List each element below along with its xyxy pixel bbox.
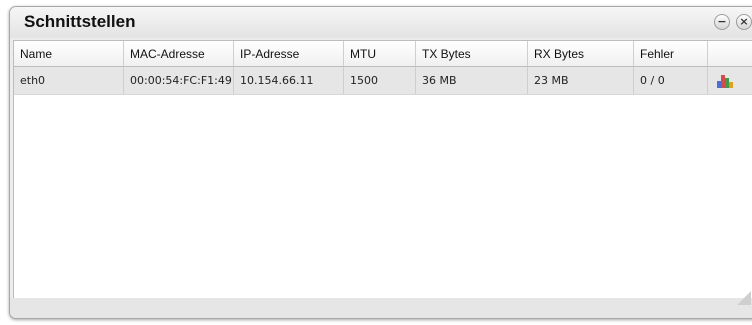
cell-name: eth0: [14, 66, 124, 95]
cell-ip: 10.154.66.11: [233, 66, 344, 95]
column-header-mac[interactable]: MAC-Adresse: [123, 41, 234, 67]
column-header-name[interactable]: Name: [14, 41, 124, 67]
panel-titlebar[interactable]: Schnittstellen − ×: [10, 7, 752, 38]
bar-chart-icon-bar-4: [729, 81, 733, 88]
interfaces-table: Name MAC-Adresse IP-Adresse MTU TX Bytes…: [14, 41, 752, 95]
column-header-errors[interactable]: Fehler: [633, 41, 708, 67]
column-header-rx[interactable]: RX Bytes: [527, 41, 634, 67]
column-header-actions: [707, 41, 752, 67]
minimize-button[interactable]: −: [714, 14, 730, 30]
cell-errors: 0 / 0: [633, 66, 708, 95]
interfaces-panel: Schnittstellen − × Name MAC-Adresse IP-A…: [9, 6, 752, 319]
column-header-ip[interactable]: IP-Adresse: [233, 41, 344, 67]
cell-mtu: 1500: [343, 66, 416, 95]
close-button[interactable]: ×: [736, 14, 752, 30]
cell-actions: [707, 66, 752, 95]
panel-statusbar: [10, 298, 752, 318]
column-header-mtu[interactable]: MTU: [343, 41, 416, 67]
table-header-row: Name MAC-Adresse IP-Adresse MTU TX Bytes…: [14, 41, 752, 67]
cell-tx: 36 MB: [415, 66, 528, 95]
column-header-tx[interactable]: TX Bytes: [415, 41, 528, 67]
panel-title: Schnittstellen: [24, 12, 136, 31]
bar-chart-icon[interactable]: [717, 74, 735, 88]
resize-handle[interactable]: [737, 291, 751, 305]
table-row[interactable]: eth0 00:00:54:FC:F1:49 10.154.66.11 1500…: [14, 66, 752, 95]
cell-mac: 00:00:54:FC:F1:49: [123, 66, 234, 95]
interfaces-table-area: Name MAC-Adresse IP-Adresse MTU TX Bytes…: [13, 40, 752, 299]
cell-rx: 23 MB: [527, 66, 634, 95]
